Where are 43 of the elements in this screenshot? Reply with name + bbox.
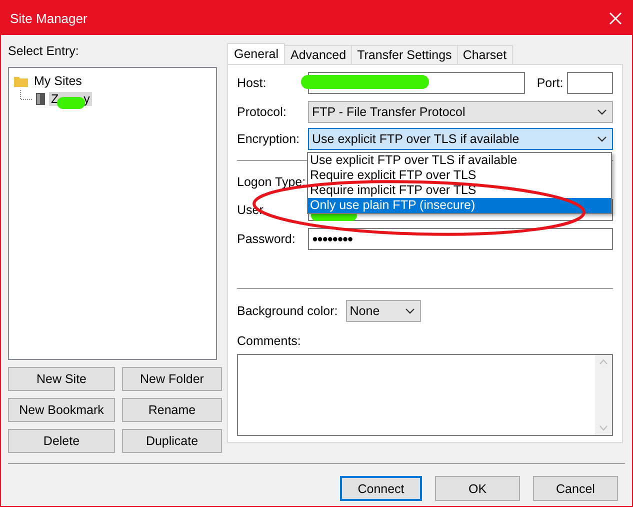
protocol-label: Protocol: xyxy=(237,105,288,119)
folder-icon xyxy=(14,76,28,86)
scroll-down-icon xyxy=(599,425,608,431)
dropdown-option[interactable]: Require explicit FTP over TLS xyxy=(308,168,611,183)
comments-label: Comments: xyxy=(237,334,302,348)
tab[interactable]: General xyxy=(227,43,286,64)
select-entry-label: Select Entry: xyxy=(8,44,80,58)
entry-button[interactable]: Delete xyxy=(8,429,115,453)
encryption-label: Encryption: xyxy=(237,132,301,146)
dialog-button[interactable]: OK xyxy=(435,476,520,501)
window-title: Site Manager xyxy=(10,10,88,26)
host-label: Host: xyxy=(237,76,268,90)
password-field[interactable]: ●●●●●●●● xyxy=(308,228,613,250)
connector-line xyxy=(20,90,32,100)
dialog-button[interactable]: Cancel xyxy=(533,476,618,501)
background-color-select[interactable]: None xyxy=(346,300,421,322)
scrollbar[interactable] xyxy=(595,355,612,435)
close-icon[interactable] xyxy=(609,12,622,24)
tab[interactable]: Charset xyxy=(456,45,513,64)
tab[interactable]: Transfer Settings xyxy=(351,45,458,64)
server-icon xyxy=(36,93,45,105)
entry-button[interactable]: Rename xyxy=(122,398,222,422)
dropdown-option[interactable]: Only use plain FTP (insecure) xyxy=(308,198,611,213)
comments-field[interactable] xyxy=(237,354,613,436)
encryption-select[interactable]: Use explicit FTP over TLS if available xyxy=(308,128,613,150)
dropdown-option[interactable]: Use explicit FTP over TLS if available xyxy=(308,153,611,168)
dialog-button[interactable]: Connect xyxy=(340,476,422,501)
protocol-select[interactable]: FTP - File Transfer Protocol xyxy=(308,101,613,123)
port-label: Port: xyxy=(536,76,564,90)
caret-icon xyxy=(597,136,607,142)
scroll-up-icon xyxy=(599,359,608,365)
caret-icon xyxy=(404,308,415,314)
logon-type-label: Logon Type: xyxy=(237,175,307,189)
caret-icon xyxy=(597,109,607,115)
port-field[interactable] xyxy=(567,72,613,94)
entry-button[interactable]: Duplicate xyxy=(122,429,222,453)
tree-item[interactable]: My Sites xyxy=(32,74,84,88)
tree-item[interactable]: Z y xyxy=(49,92,92,106)
entry-button[interactable]: New Site xyxy=(8,367,115,391)
background-color-label: Background color: xyxy=(237,304,338,318)
entry-button[interactable]: New Folder xyxy=(122,367,222,391)
entry-button[interactable]: New Bookmark xyxy=(8,398,115,422)
password-label: Password: xyxy=(237,232,296,246)
